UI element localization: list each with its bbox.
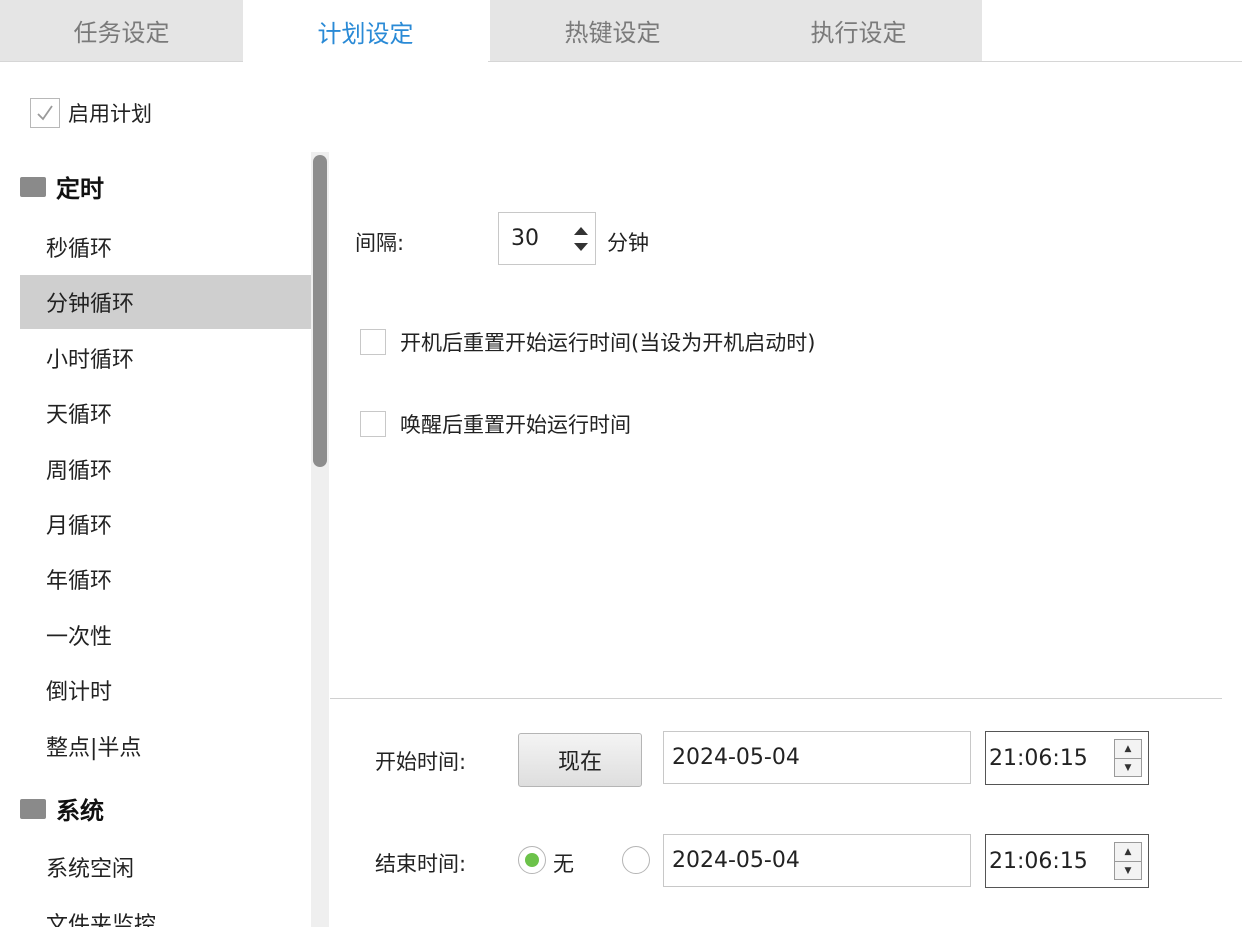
interval-spinbox[interactable]: 30 bbox=[498, 212, 596, 265]
schedule-type-list: 定时 秒循环 分钟循环 小时循环 天循环 周循环 月循环 年循环 一次性 倒计时… bbox=[20, 155, 312, 927]
tab-plan-settings[interactable]: 计划设定 bbox=[243, 0, 488, 62]
enable-plan-row[interactable]: 启用计划 bbox=[30, 98, 152, 128]
start-time-field[interactable]: 21:06:15 ▲ ▼ bbox=[985, 731, 1149, 785]
list-item-days-loop[interactable]: 天循环 bbox=[20, 386, 312, 440]
list-item-system-idle[interactable]: 系统空闲 bbox=[20, 840, 312, 894]
now-button[interactable]: 现在 bbox=[518, 733, 642, 787]
start-time-value[interactable]: 21:06:15 bbox=[989, 746, 1088, 771]
end-time-field[interactable]: 21:06:15 ▲ ▼ bbox=[985, 834, 1149, 888]
list-item-hours-loop[interactable]: 小时循环 bbox=[20, 331, 312, 385]
group-label: 定时 bbox=[56, 175, 104, 203]
end-time-label: 结束时间: bbox=[375, 852, 467, 876]
interval-unit: 分钟 bbox=[607, 231, 649, 255]
enable-plan-label: 启用计划 bbox=[68, 102, 152, 126]
tab-bar: 任务设定 计划设定 热键设定 执行设定 bbox=[0, 0, 1242, 62]
tab-execution-settings[interactable]: 执行设定 bbox=[735, 0, 982, 61]
start-time-label: 开始时间: bbox=[375, 750, 467, 774]
enable-plan-checkbox[interactable] bbox=[30, 98, 60, 128]
start-date-field[interactable]: 2024-05-04 bbox=[663, 731, 971, 784]
reset-after-boot-label: 开机后重置开始运行时间(当设为开机启动时) bbox=[400, 331, 816, 355]
list-item-weeks-loop[interactable]: 周循环 bbox=[20, 442, 312, 496]
group-system[interactable]: 系统 bbox=[20, 791, 104, 826]
end-date-field[interactable]: 2024-05-04 bbox=[663, 834, 971, 887]
up-arrow-icon[interactable]: ▲ bbox=[1115, 740, 1141, 758]
reset-after-wake-checkbox[interactable] bbox=[360, 411, 386, 437]
start-time-stepper[interactable]: ▲ ▼ bbox=[1114, 739, 1142, 777]
end-none-label: 无 bbox=[553, 852, 574, 876]
interval-value[interactable]: 30 bbox=[511, 226, 539, 251]
spin-arrows-icon[interactable] bbox=[571, 221, 591, 257]
group-label: 系统 bbox=[56, 797, 104, 825]
list-item-months-loop[interactable]: 月循环 bbox=[20, 497, 312, 551]
end-time-stepper[interactable]: ▲ ▼ bbox=[1114, 842, 1142, 880]
list-item-folder-monitor[interactable]: 文件夹监控 bbox=[20, 896, 312, 927]
group-timer[interactable]: 定时 bbox=[20, 169, 104, 204]
up-arrow-icon[interactable]: ▲ bbox=[1115, 843, 1141, 861]
list-item-minutes-loop[interactable]: 分钟循环 bbox=[20, 275, 312, 329]
reset-after-boot-row[interactable]: 开机后重置开始运行时间(当设为开机启动时) bbox=[360, 327, 815, 357]
end-none-radio[interactable] bbox=[518, 846, 546, 874]
interval-label: 间隔: bbox=[355, 231, 405, 255]
scrollbar-thumb[interactable] bbox=[313, 155, 327, 467]
reset-after-boot-checkbox[interactable] bbox=[360, 329, 386, 355]
tab-hotkey-settings[interactable]: 热键设定 bbox=[490, 0, 735, 61]
list-item-years-loop[interactable]: 年循环 bbox=[20, 552, 312, 606]
list-item-once[interactable]: 一次性 bbox=[20, 608, 312, 662]
collapse-icon bbox=[20, 176, 46, 197]
end-time-value[interactable]: 21:06:15 bbox=[989, 849, 1088, 874]
down-arrow-icon[interactable]: ▼ bbox=[1115, 758, 1141, 776]
reset-after-wake-label: 唤醒后重置开始运行时间 bbox=[400, 413, 631, 437]
reset-after-wake-row[interactable]: 唤醒后重置开始运行时间 bbox=[360, 409, 631, 439]
tab-task-settings[interactable]: 任务设定 bbox=[0, 0, 243, 61]
list-item-seconds-loop[interactable]: 秒循环 bbox=[20, 220, 312, 274]
list-item-countdown[interactable]: 倒计时 bbox=[20, 663, 312, 717]
down-arrow-icon[interactable]: ▼ bbox=[1115, 861, 1141, 879]
divider bbox=[330, 698, 1222, 699]
end-date-radio[interactable] bbox=[622, 846, 650, 874]
collapse-icon bbox=[20, 798, 46, 819]
list-item-hour-half[interactable]: 整点|半点 bbox=[20, 719, 312, 773]
checkmark-icon bbox=[37, 105, 53, 121]
